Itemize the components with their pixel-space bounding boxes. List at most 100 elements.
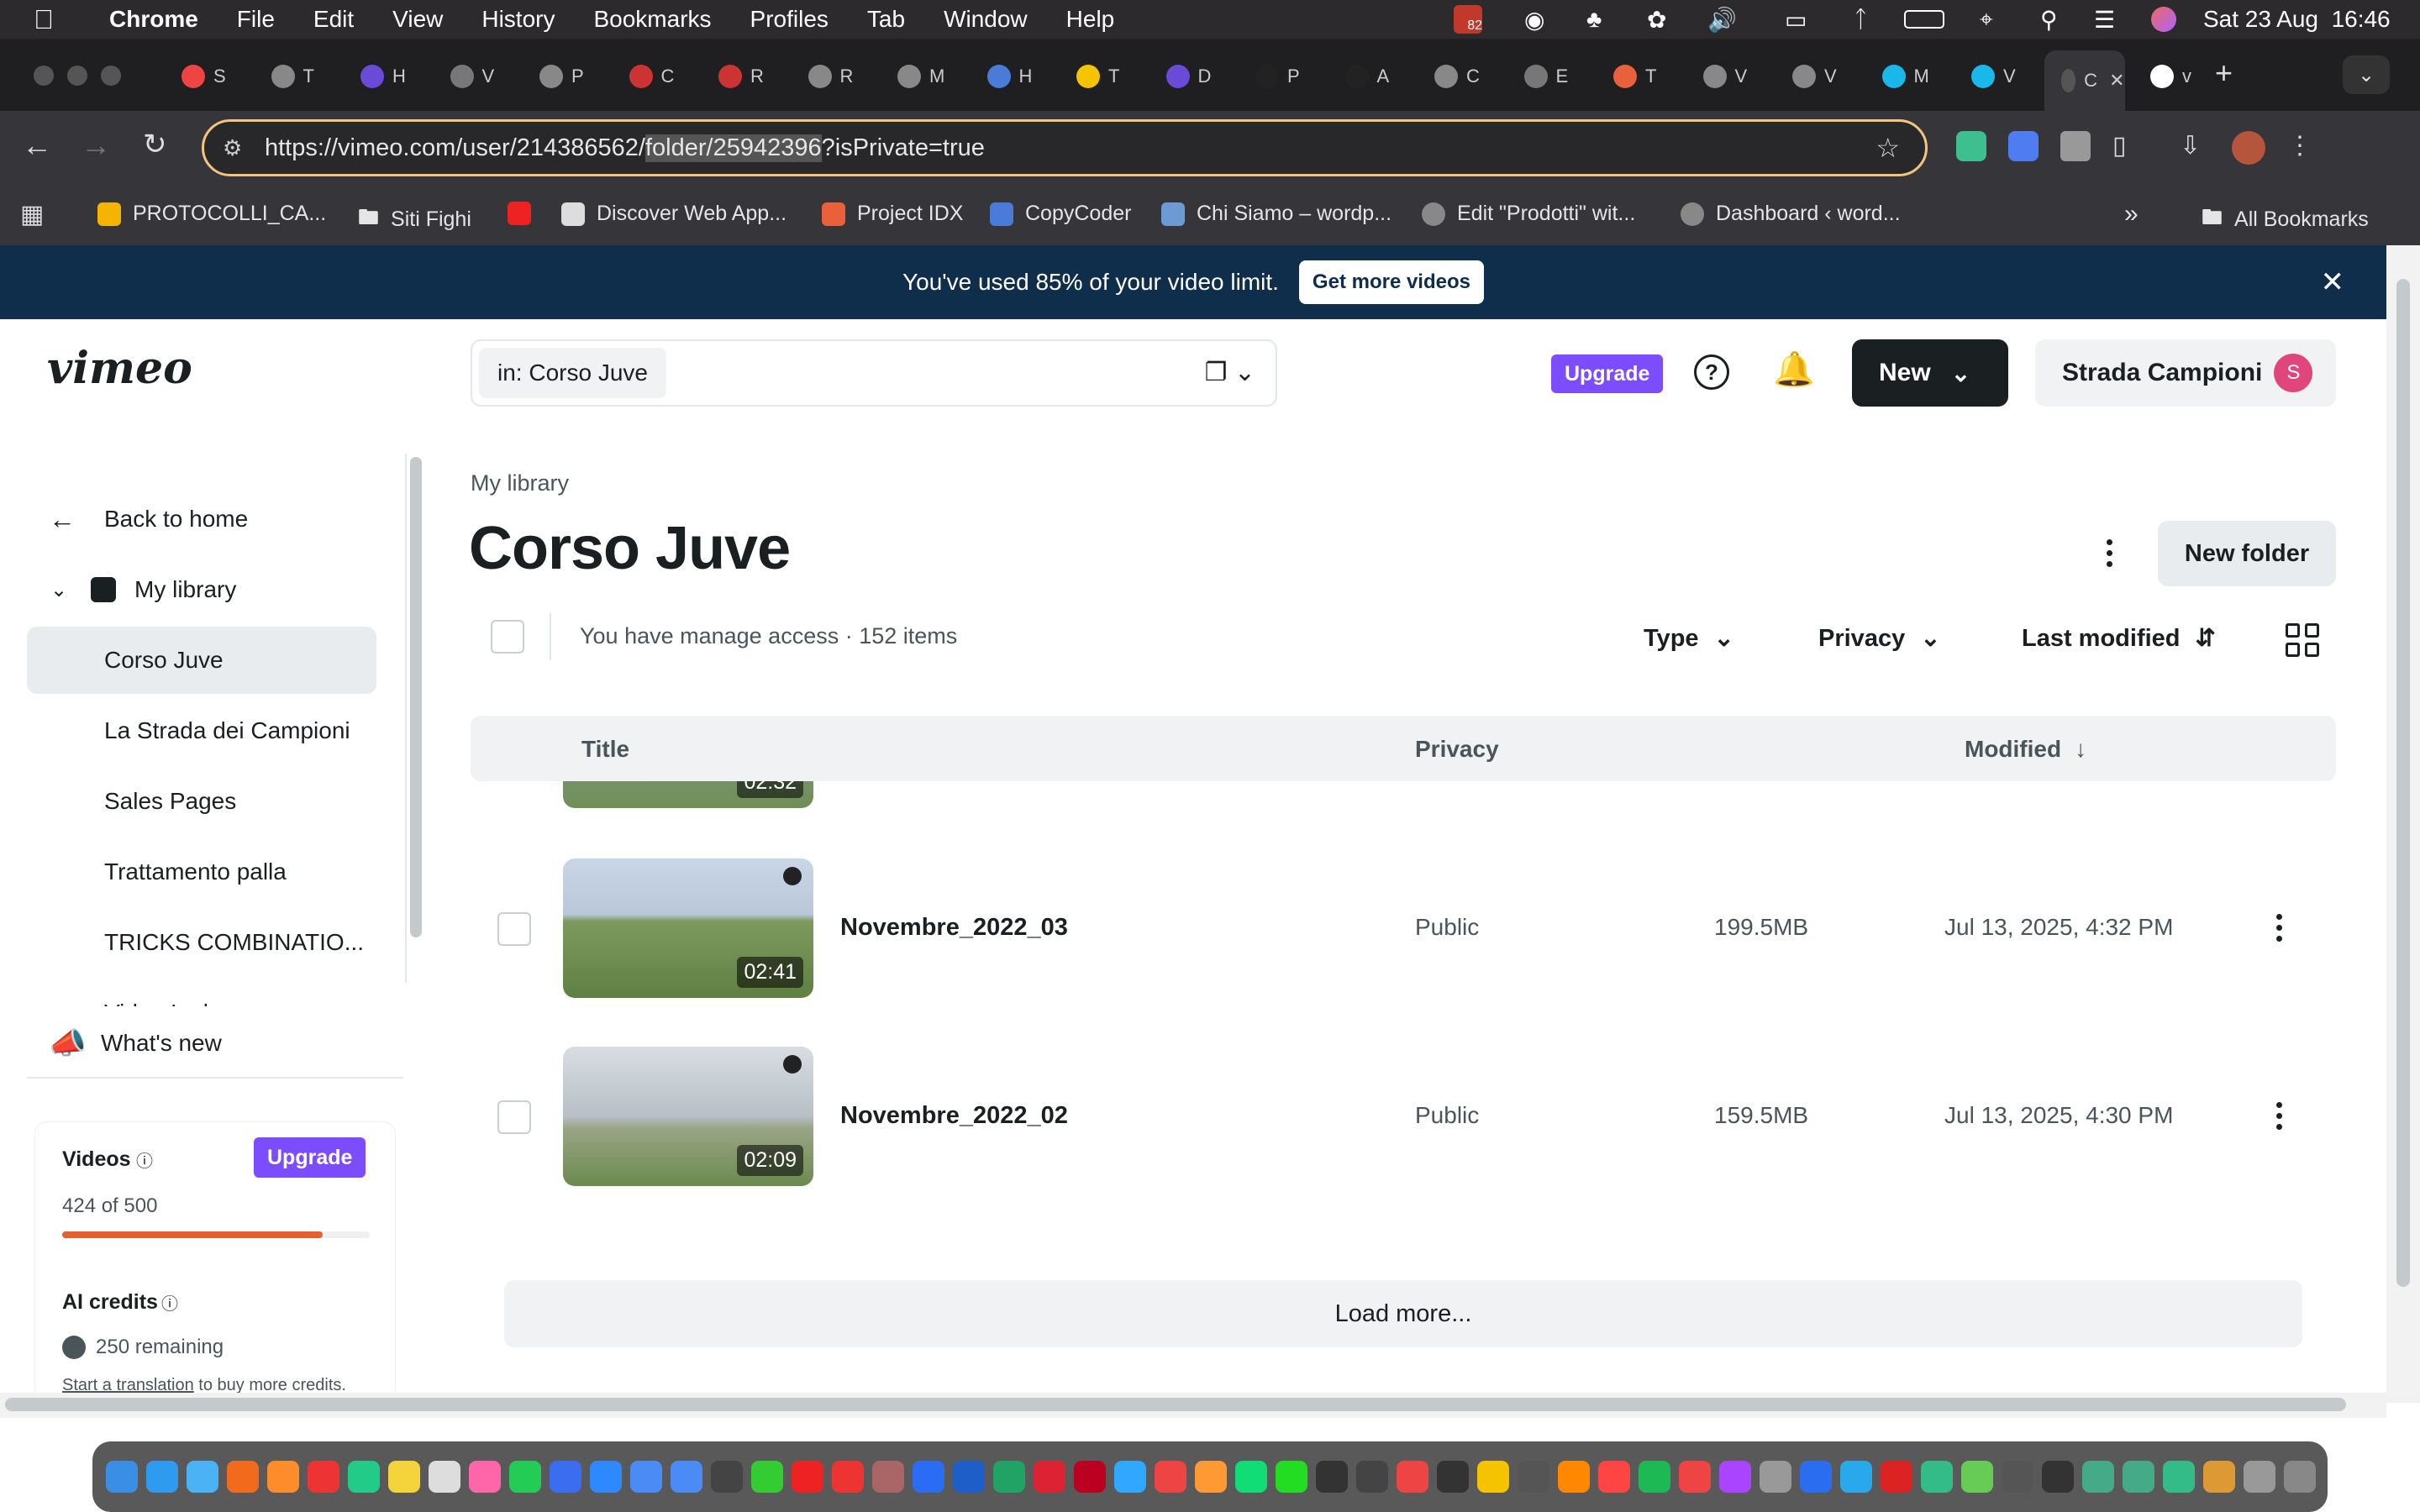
dock-app-icon[interactable] — [1800, 1461, 1832, 1493]
extension-icon[interactable] — [2060, 131, 2091, 161]
notifications-bell-icon[interactable]: 🔔 — [1773, 349, 1815, 389]
browser-tab[interactable]: E — [1507, 52, 1588, 101]
browser-tab[interactable]: P — [523, 52, 603, 101]
column-title[interactable]: Title — [581, 736, 629, 763]
browser-tab[interactable]: T — [1060, 52, 1140, 101]
control-center-icon[interactable]: ☰ — [2094, 6, 2115, 34]
status-icon[interactable]: ♣ — [1586, 6, 1602, 33]
address-bar[interactable]: ⚙ https://vimeo.com/user/214386562/folde… — [202, 119, 1928, 176]
dock-app-icon[interactable] — [1195, 1461, 1227, 1493]
dock-app-icon[interactable] — [2163, 1461, 2195, 1493]
browser-tab[interactable]: M — [881, 52, 961, 101]
dock-app-icon[interactable] — [1437, 1461, 1469, 1493]
info-icon[interactable]: ⓘ — [136, 1147, 153, 1172]
dock-app-icon[interactable] — [1881, 1461, 1912, 1493]
sidebar-item-my-library[interactable]: ⌄ My library — [27, 556, 376, 623]
search-input[interactable]: in: Corso Juve ❐ ⌄ — [471, 339, 1277, 407]
status-icon[interactable]: ◉ — [1524, 6, 1544, 34]
close-window-button[interactable] — [34, 66, 54, 86]
browser-tab[interactable]: C ✕ — [2044, 50, 2125, 111]
dock-app-icon[interactable] — [1921, 1461, 1953, 1493]
browser-tab[interactable]: C — [613, 52, 693, 101]
dock-app-icon[interactable] — [388, 1461, 420, 1493]
status-app-icon[interactable]: 82 — [1454, 5, 1482, 34]
dock-app-icon[interactable] — [429, 1461, 460, 1493]
dock-app-icon[interactable] — [590, 1461, 622, 1493]
vimeo-logo[interactable]: vimeo — [47, 343, 192, 394]
account-button[interactable]: Strada Campioni S — [2035, 339, 2336, 407]
browser-tab[interactable]: R — [792, 52, 872, 101]
menu-help[interactable]: Help — [1066, 6, 1115, 33]
dock-app-icon[interactable] — [2082, 1461, 2114, 1493]
dock-app-icon[interactable] — [1719, 1461, 1751, 1493]
menu-view[interactable]: View — [392, 6, 443, 33]
browser-tab[interactable]: v — [2133, 52, 2214, 101]
forward-icon[interactable]: → — [81, 128, 111, 163]
browser-tab[interactable]: V — [1776, 52, 1856, 101]
dock-app-icon[interactable] — [792, 1461, 823, 1493]
dock-app-icon[interactable] — [832, 1461, 864, 1493]
new-tab-icon[interactable]: + — [2215, 55, 2233, 91]
battery-icon[interactable] — [1904, 10, 1944, 29]
wifi-icon[interactable]: ⌖ — [1980, 6, 1993, 34]
dock-app-icon[interactable] — [1034, 1461, 1065, 1493]
extension-icon[interactable] — [2008, 131, 2039, 161]
get-more-videos-button[interactable]: Get more videos — [1298, 260, 1484, 304]
search-scope-chip[interactable]: in: Corso Juve — [479, 348, 666, 398]
dock-app-icon[interactable] — [1639, 1461, 1670, 1493]
dock-app-icon[interactable] — [2284, 1461, 2316, 1493]
dock-app-icon[interactable] — [1316, 1461, 1348, 1493]
dock-app-icon[interactable] — [2203, 1461, 2235, 1493]
browser-tab[interactable]: V — [1954, 52, 2035, 101]
menu-profiles[interactable]: Profiles — [750, 6, 829, 33]
load-more-button[interactable]: Load more... — [504, 1280, 2302, 1347]
browser-tab[interactable]: H — [971, 52, 1051, 101]
dock-app-icon[interactable] — [1679, 1461, 1711, 1493]
column-modified[interactable]: Modified ↓ — [1965, 736, 2086, 763]
grid-view-icon[interactable] — [2286, 623, 2319, 657]
browser-tab[interactable]: H — [344, 52, 424, 101]
page-scrollbar[interactable] — [2386, 245, 2420, 1403]
dock-app-icon[interactable] — [2244, 1461, 2275, 1493]
browser-tab[interactable]: V — [1686, 52, 1767, 101]
bookmark[interactable]: PROTOCOLLI_CA... — [97, 202, 326, 226]
dock-app-icon[interactable] — [1114, 1461, 1146, 1493]
select-all-checkbox[interactable] — [491, 620, 524, 654]
close-tab-icon[interactable]: ✕ — [2109, 70, 2124, 92]
dock-app-icon[interactable] — [2042, 1461, 2074, 1493]
dock-app-icon[interactable] — [1558, 1461, 1590, 1493]
spotlight-icon[interactable]: ⚲ — [2040, 6, 2058, 34]
avatar[interactable] — [2232, 131, 2265, 165]
browser-tab[interactable]: V — [434, 52, 514, 101]
video-thumbnail[interactable]: 02:41 — [563, 858, 813, 998]
search-scope-dropdown-icon[interactable]: ❐ ⌄ — [1205, 358, 1255, 387]
dock-app-icon[interactable] — [550, 1461, 581, 1493]
browser-tab[interactable]: T — [1597, 52, 1677, 101]
bookmark[interactable]: Dashboard ‹ word... — [1681, 202, 1901, 226]
privacy-filter[interactable]: Privacy ⌄ — [1818, 623, 1941, 653]
site-info-icon[interactable]: ⚙ — [223, 135, 242, 161]
dock-app-icon[interactable] — [1397, 1461, 1428, 1493]
dock-app-icon[interactable] — [509, 1461, 541, 1493]
dock-app-icon[interactable] — [187, 1461, 218, 1493]
menu-history[interactable]: History — [481, 6, 555, 33]
breadcrumb[interactable]: My library — [471, 470, 569, 496]
screen-mirror-icon[interactable]: ▭ — [1785, 6, 1807, 34]
back-to-home[interactable]: ← Back to home — [27, 486, 376, 553]
video-title[interactable]: Novembre_2022_02 — [840, 1102, 1068, 1130]
browser-menu-icon[interactable]: ⋮ — [2287, 131, 2317, 161]
download-icon[interactable]: ⇩ — [2180, 131, 2210, 161]
start-translation-link[interactable]: Start a translation — [62, 1376, 194, 1393]
dock-app-icon[interactable] — [1518, 1461, 1549, 1493]
status-icon[interactable]: ✿ — [1647, 6, 1666, 34]
browser-tab[interactable]: S — [165, 52, 245, 101]
info-icon[interactable]: ⓘ — [161, 1290, 178, 1315]
zoom-window-button[interactable] — [101, 66, 121, 86]
dock-app-icon[interactable] — [1356, 1461, 1388, 1493]
upgrade-button[interactable]: Upgrade — [254, 1137, 366, 1178]
new-button[interactable]: New ⌄ — [1852, 339, 2008, 407]
sidebar-item-corso-juve[interactable]: Corso Juve — [27, 627, 376, 694]
bookmark[interactable]: CopyCoder — [990, 202, 1131, 226]
volume-icon[interactable]: 🔊 — [1707, 6, 1737, 34]
dock-app-icon[interactable] — [913, 1461, 944, 1493]
